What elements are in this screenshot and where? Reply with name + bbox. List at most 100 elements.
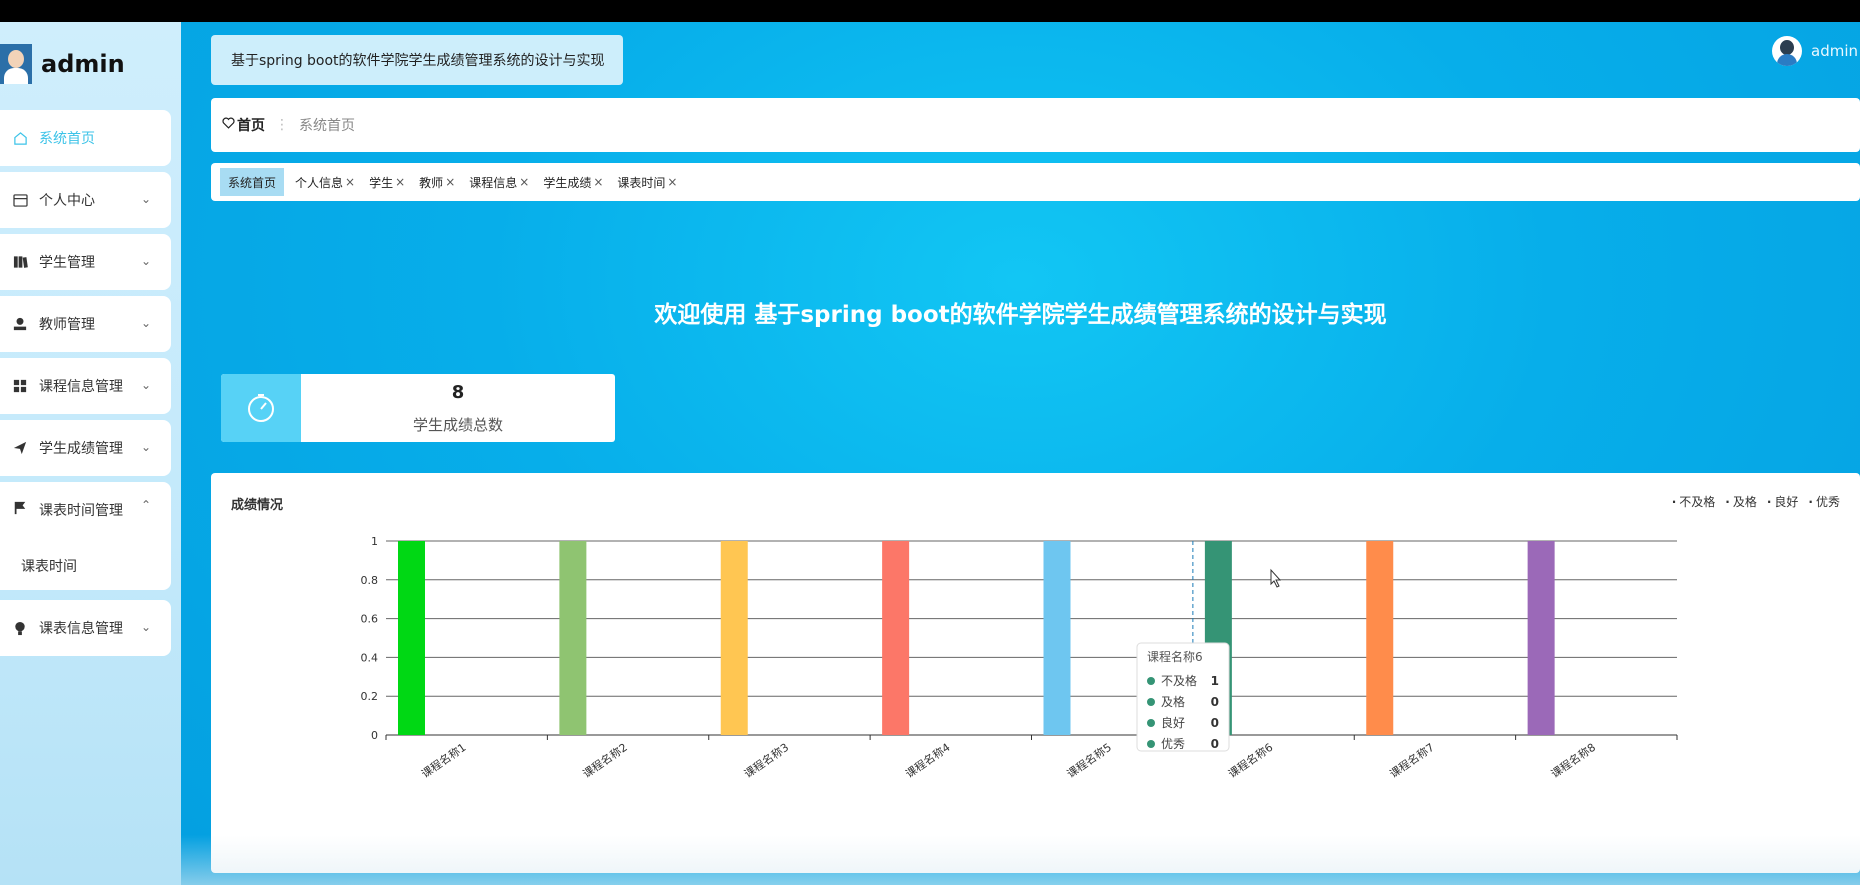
- tag-teacher[interactable]: 教师 ×: [419, 168, 455, 196]
- brand-name: admin: [41, 50, 125, 78]
- close-icon[interactable]: ×: [395, 175, 405, 189]
- score-chart-card: 成绩情况 不及格 及格 良好 优秀 00.20.40.60.81课程名称1课程名…: [211, 473, 1860, 873]
- tag-student-score[interactable]: 学生成绩 ×: [543, 168, 603, 196]
- heart-icon: [222, 117, 235, 133]
- sidebar: admin 系统首页 个人中心 ⌄ 学生管理 ⌄ 教师管理 ⌄ 课程信息管理 ⌄: [0, 22, 181, 885]
- tooltip-title: 课程名称6: [1147, 649, 1203, 664]
- stat-card-score-total: 8 学生成绩总数: [221, 374, 615, 442]
- x-tick-label: 课程名称1: [419, 740, 469, 781]
- x-tick-label: 课程名称7: [1387, 740, 1437, 781]
- bar: [882, 541, 910, 735]
- x-tick-label: 课程名称2: [580, 740, 630, 781]
- sidebar-item-home[interactable]: 系统首页: [0, 110, 171, 166]
- close-icon[interactable]: ×: [445, 175, 455, 189]
- x-tick-label: 课程名称3: [741, 740, 791, 781]
- bulb-icon: [12, 620, 28, 636]
- sidebar-item-label: 学生成绩管理: [39, 441, 123, 457]
- x-tick-label: 课程名称6: [1225, 740, 1275, 781]
- bar: [720, 541, 748, 735]
- tooltip-series-name: 优秀: [1161, 737, 1185, 751]
- y-tick-label: 0.6: [361, 613, 379, 626]
- close-icon[interactable]: ×: [593, 175, 603, 189]
- tooltip-marker: [1147, 677, 1155, 685]
- tag-label: 个人信息: [295, 175, 344, 190]
- bar: [1366, 541, 1394, 735]
- sidebar-item-teacher-management[interactable]: 教师管理 ⌄: [0, 296, 171, 352]
- y-tick-label: 0: [371, 729, 378, 742]
- tooltip-series-name: 及格: [1161, 694, 1185, 709]
- sidebar-item-label: 个人中心: [39, 193, 95, 209]
- tags-bar: 系统首页 个人信息 × 学生 × 教师 × 课程信息 × 学生成绩 × 课表时间 ×: [211, 163, 1860, 201]
- sidebar-item-label: 系统首页: [39, 131, 95, 147]
- sidebar-item-label: 教师管理: [39, 317, 95, 333]
- chevron-down-icon: ⌄: [140, 192, 151, 206]
- breadcrumb-home[interactable]: 首页: [222, 115, 265, 135]
- user-avatar: [1772, 36, 1802, 66]
- tooltip-series-name: 不及格: [1161, 673, 1197, 688]
- sidebar-item-label: 学生管理: [39, 255, 95, 271]
- user-name: admin: [1811, 42, 1858, 60]
- tag-student[interactable]: 学生 ×: [369, 168, 405, 196]
- chevron-down-icon: ⌄: [140, 620, 151, 634]
- tag-personal-info[interactable]: 个人信息 ×: [295, 168, 355, 196]
- close-icon[interactable]: ×: [519, 175, 529, 189]
- tag-home[interactable]: 系统首页: [220, 168, 285, 196]
- tooltip-series-value: 0: [1211, 716, 1219, 730]
- tooltip-series-value: 0: [1211, 737, 1219, 751]
- bar: [1043, 541, 1071, 735]
- chevron-up-icon: ⌃: [140, 498, 151, 512]
- bar: [1527, 541, 1555, 735]
- y-tick-label: 0.8: [361, 574, 379, 587]
- main-content: 基于spring boot的软件学院学生成绩管理系统的设计与实现 admin 首…: [181, 22, 1860, 885]
- welcome-heading: 欢迎使用 基于spring boot的软件学院学生成绩管理系统的设计与实现: [654, 302, 1387, 328]
- sidebar-item-score-management[interactable]: 学生成绩管理 ⌄: [0, 420, 171, 476]
- sidebar-item-schedule-time-management[interactable]: 课表时间管理 ⌃ 课表时间: [0, 482, 171, 590]
- chevron-down-icon: ⌄: [140, 254, 151, 268]
- tooltip-series-name: 良好: [1161, 715, 1185, 730]
- chevron-down-icon: ⌄: [140, 440, 151, 454]
- admin-avatar: [0, 44, 32, 84]
- breadcrumb-home-label: 首页: [237, 118, 265, 134]
- sidebar-item-course-info-management[interactable]: 课程信息管理 ⌄: [0, 358, 171, 414]
- tag-label: 教师: [419, 175, 444, 190]
- tooltip-marker: [1147, 740, 1155, 748]
- breadcrumb: 首页 ⋮ 系统首页: [211, 98, 1860, 152]
- y-tick-label: 0.2: [361, 690, 379, 703]
- grid-icon: [12, 378, 28, 394]
- flag-icon: [12, 500, 28, 516]
- system-title: 基于spring boot的软件学院学生成绩管理系统的设计与实现: [211, 35, 623, 85]
- tag-label: 课程信息: [469, 175, 518, 190]
- sidebar-item-label: 课表时间管理: [39, 503, 123, 519]
- card-icon: [12, 192, 28, 208]
- tooltip-marker: [1147, 719, 1155, 727]
- tag-label: 学生: [369, 175, 394, 190]
- tag-course-info[interactable]: 课程信息 ×: [469, 168, 529, 196]
- chevron-down-icon: ⌄: [140, 378, 151, 392]
- sidebar-item-label: 课表信息管理: [39, 621, 123, 637]
- y-tick-label: 1: [371, 535, 378, 548]
- bar: [559, 541, 587, 735]
- tag-label: 系统首页: [228, 175, 277, 190]
- sidebar-item-personal-center[interactable]: 个人中心 ⌄: [0, 172, 171, 228]
- home-icon: [12, 130, 28, 146]
- sidebar-item-schedule-info-management[interactable]: 课表信息管理 ⌄: [0, 600, 171, 656]
- close-icon[interactable]: ×: [667, 175, 677, 189]
- x-tick-label: 课程名称4: [903, 740, 953, 781]
- tag-schedule-time[interactable]: 课表时间 ×: [617, 168, 677, 196]
- stat-value: 8: [451, 382, 465, 403]
- tooltip-series-value: 0: [1211, 695, 1219, 709]
- score-bar-chart: 0 0.2 0.4 0.6 0.8 1 课程名称1 课程名称2 课程名称3 课程名称4 课程名称5 课…: [361, 535, 1678, 781]
- x-tick-label: 课程名称8: [1548, 740, 1598, 781]
- top-user-menu[interactable]: admin: [1772, 36, 1858, 66]
- breadcrumb-current: 系统首页: [299, 118, 355, 134]
- paper-plane-icon: [12, 440, 28, 456]
- tag-label: 学生成绩: [543, 175, 592, 190]
- sidebar-subitem-schedule-time[interactable]: 课表时间: [21, 556, 77, 576]
- timer-icon: [221, 374, 301, 442]
- stat-label: 学生成绩总数: [412, 416, 503, 434]
- close-icon[interactable]: ×: [345, 175, 355, 189]
- sidebar-item-student-management[interactable]: 学生管理 ⌄: [0, 234, 171, 290]
- book-icon: [12, 254, 28, 270]
- sidebar-item-label: 课程信息管理: [39, 379, 123, 395]
- x-tick-label: 课程名称5: [1064, 740, 1114, 781]
